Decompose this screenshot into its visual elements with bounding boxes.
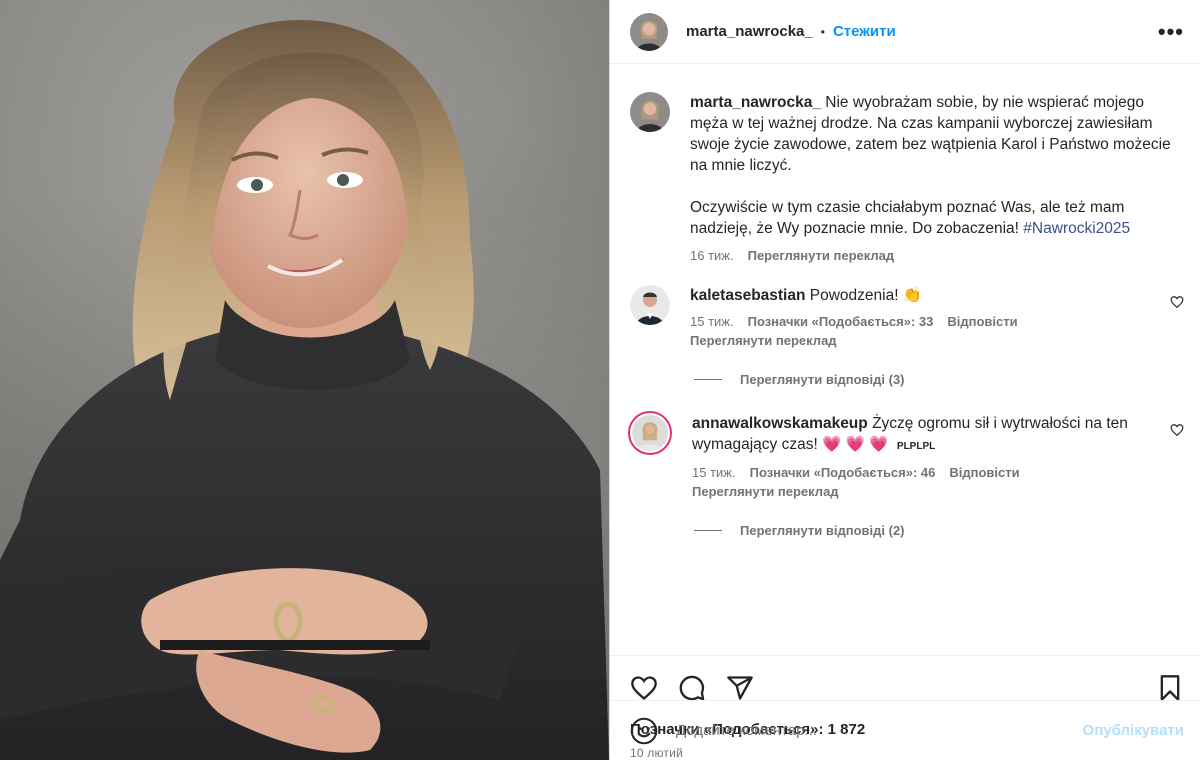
flag-text: PLPLPL: [896, 441, 936, 452]
clap-emoji: 👏: [902, 287, 923, 304]
publish-button[interactable]: Опублікувати: [1083, 722, 1184, 739]
replies-line: [694, 379, 722, 380]
caption-paragraph-2-wrap: Oczywiście w tym czasie chciałabym pozna…: [690, 197, 1184, 239]
comment-time[interactable]: 15 тиж.: [692, 465, 736, 480]
view-replies-link[interactable]: Переглянути відповіді (3): [740, 372, 905, 387]
add-comment-bar: Опублікувати: [610, 700, 1200, 760]
hashtag-link[interactable]: #Nawrocki2025: [1023, 220, 1130, 237]
comment-meta: 15 тиж. Позначки «Подобається»: 33 Відпо…: [690, 314, 1184, 329]
view-replies-row[interactable]: Переглянути відповіді (2): [694, 523, 1184, 538]
comment-likes[interactable]: Позначки «Подобається»: 46: [750, 465, 936, 480]
caption: marta_nawrocka_ Nie wyobrażam sobie, by …: [630, 92, 1184, 263]
replies-line: [694, 530, 722, 531]
commenter-avatar[interactable]: [630, 285, 670, 325]
caption-username[interactable]: marta_nawrocka_: [690, 94, 821, 111]
share-icon[interactable]: [726, 674, 754, 702]
comment-likes[interactable]: Позначки «Подобається»: 33: [748, 314, 934, 329]
comment-item: annawalkowskamakeup Życzę ogromu sił i w…: [628, 411, 1184, 499]
comment-username[interactable]: annawalkowskamakeup: [692, 415, 868, 432]
comment-translate-link[interactable]: Переглянути переклад: [690, 333, 1184, 348]
portrait-illustration: [0, 19, 609, 760]
more-icon[interactable]: •••: [1158, 20, 1184, 43]
hearts-emoji: 💗 💗 💗: [822, 436, 889, 453]
comment-username[interactable]: kaletasebastian: [690, 287, 805, 304]
caption-text: marta_nawrocka_ Nie wyobrażam sobie, by …: [690, 92, 1184, 176]
comment-meta: 15 тиж. Позначки «Подобається»: 46 Відпо…: [692, 465, 1184, 480]
view-replies-row[interactable]: Переглянути відповіді (3): [694, 372, 1184, 387]
post-header: marta_nawrocka_ • Стежити •••: [610, 0, 1200, 64]
separator-dot: •: [820, 24, 825, 39]
author-username[interactable]: marta_nawrocka_: [686, 23, 813, 40]
comment-time[interactable]: 15 тиж.: [690, 314, 734, 329]
comment-text: kaletasebastian Powodzenia! 👏: [690, 285, 1184, 306]
caption-avatar[interactable]: [630, 92, 670, 132]
caption-translate-link[interactable]: Переглянути переклад: [748, 248, 895, 263]
comment-translate-link[interactable]: Переглянути переклад: [692, 484, 1184, 499]
caption-time[interactable]: 16 тиж.: [690, 248, 734, 263]
follow-button[interactable]: Стежити: [833, 23, 896, 40]
comments-scroll-area[interactable]: marta_nawrocka_ Nie wyobrażam sobie, by …: [610, 64, 1200, 655]
comment-item: kaletasebastian Powodzenia! 👏 15 тиж. По…: [630, 285, 1184, 348]
heart-icon[interactable]: [630, 674, 658, 702]
commenter-avatar-story[interactable]: [628, 411, 672, 455]
bookmark-icon[interactable]: [1156, 674, 1184, 702]
reply-button[interactable]: Відповісти: [949, 465, 1019, 480]
reply-button[interactable]: Відповісти: [947, 314, 1017, 329]
comment-like-icon[interactable]: [1170, 423, 1184, 437]
comment-icon[interactable]: [678, 674, 706, 702]
comment-input[interactable]: [676, 722, 1083, 739]
post-photo[interactable]: [0, 0, 609, 760]
smile-icon[interactable]: [630, 717, 658, 745]
comment-like-icon[interactable]: [1170, 295, 1184, 309]
comment-text: annawalkowskamakeup Życzę ogromu sił i w…: [692, 413, 1184, 457]
author-avatar[interactable]: [630, 12, 668, 51]
caption-meta: 16 тиж. Переглянути переклад: [690, 248, 1184, 263]
comment-body: Powodzenia!: [809, 287, 899, 304]
post-side-panel: marta_nawrocka_ • Стежити ••• marta_nawr…: [609, 0, 1200, 760]
view-replies-link[interactable]: Переглянути відповіді (2): [740, 523, 905, 538]
